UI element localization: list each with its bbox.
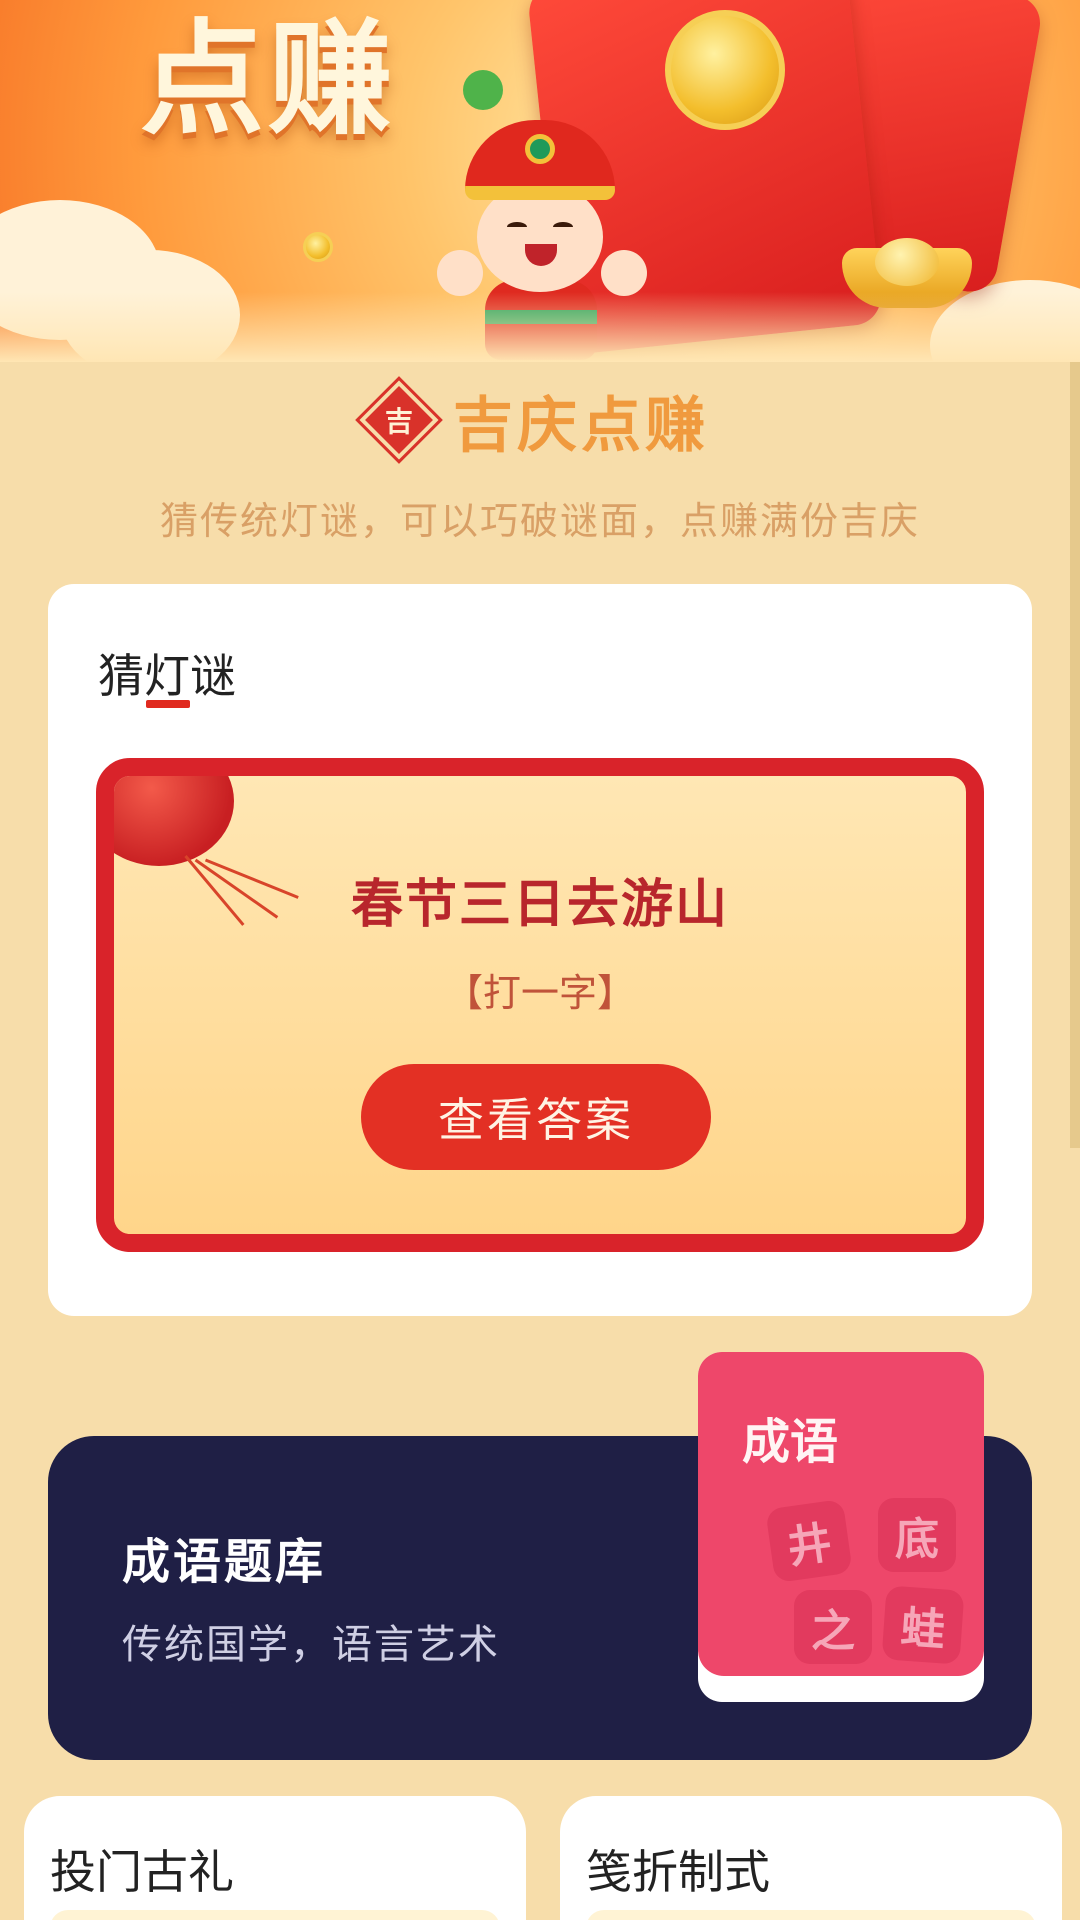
idiom-bank-description: 传统国学，语言艺术 (122, 1622, 500, 1668)
category-card-preview (50, 1910, 500, 1920)
mascot-mouth (525, 244, 557, 266)
mascot-eye (507, 222, 527, 232)
book-char: 之 (794, 1590, 872, 1664)
category-card-preview (586, 1910, 1036, 1920)
book-char: 底 (878, 1498, 956, 1572)
category-card-title: 笺折制式 (586, 1845, 770, 1899)
mascot-hat-jewel (525, 134, 555, 164)
tab-active-indicator (146, 700, 190, 708)
tab-riddle[interactable]: 猜灯谜 (98, 640, 236, 706)
category-card-gate-rites[interactable]: 投门古礼 (24, 1796, 526, 1920)
gold-ingot-top (875, 238, 939, 286)
hero-banner: 点赚 (0, 0, 1080, 362)
page-subtitle: 猜传统灯谜，可以巧破谜面，点赚满份吉庆 (159, 499, 920, 543)
view-answer-button[interactable]: 查看答案 (361, 1064, 711, 1170)
book-char: 蛙 (881, 1585, 965, 1665)
category-card-letter-formats[interactable]: 笺折制式 (560, 1796, 1062, 1920)
idiom-book-illustration: 成语 井 底 之 蛙 (698, 1352, 984, 1702)
riddle-question: 春节三日去游山 (350, 875, 729, 935)
riddle-hint: 【打一字】 (444, 971, 635, 1015)
section-heading: 吉 吉庆点赚 (0, 376, 1080, 464)
category-card-title: 投门古礼 (50, 1845, 234, 1899)
book-char: 井 (765, 1498, 853, 1584)
page-title: 吉庆点赚 (453, 390, 709, 461)
scrollbar[interactable] (1070, 362, 1080, 1148)
banner-glow (0, 292, 1080, 362)
gold-coin-icon (303, 232, 333, 262)
lantern-icon (114, 776, 234, 866)
badge-char: 吉 (384, 404, 414, 438)
ji-badge-icon: 吉 (355, 376, 443, 464)
book-title: 成语 (742, 1414, 839, 1470)
banner-title: 点赚 (140, 8, 397, 152)
mascot-arm (601, 250, 647, 296)
gold-coin-icon (665, 10, 785, 130)
riddle-box: 春节三日去游山 【打一字】 查看答案 (96, 758, 984, 1252)
mascot-arm (437, 250, 483, 296)
riddle-card: 猜灯谜 春节三日去游山 【打一字】 查看答案 (48, 584, 1032, 1316)
idiom-book-cover: 成语 井 底 之 蛙 (698, 1352, 984, 1676)
idiom-bank-title: 成语题库 (122, 1534, 327, 1590)
mascot-eye (553, 222, 573, 232)
